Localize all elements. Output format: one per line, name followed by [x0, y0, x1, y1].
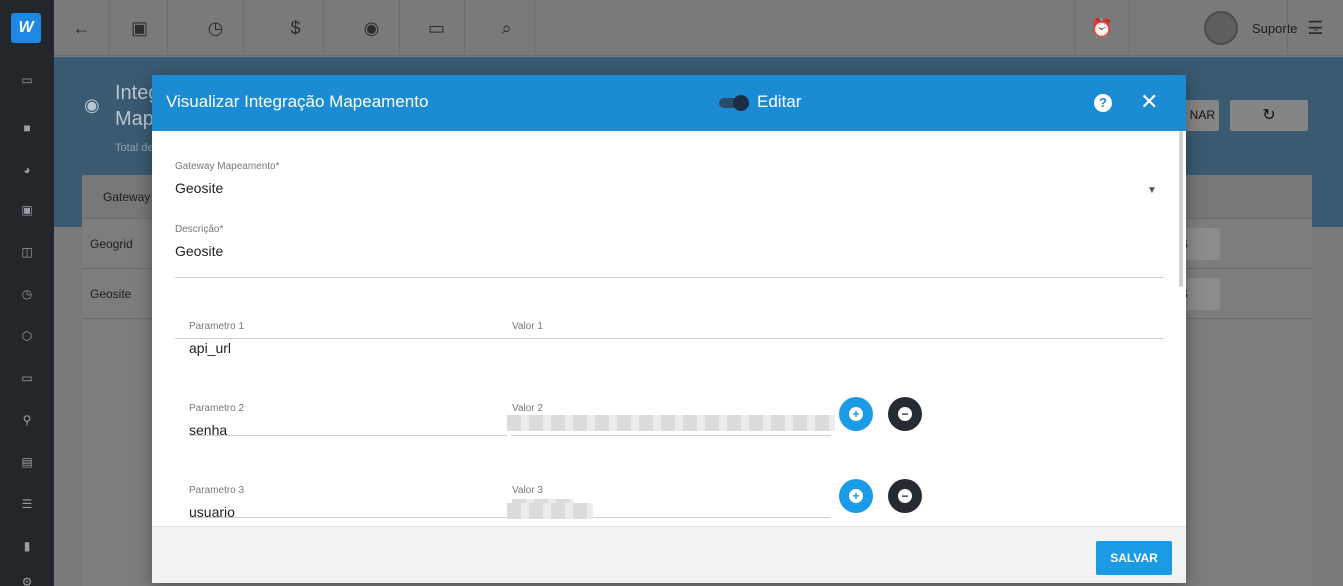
remove-param-button[interactable]: − — [888, 479, 922, 513]
gateway-label: Gateway Mapeamento* — [175, 161, 280, 172]
param-2-label: Parametro 2 — [189, 403, 245, 414]
map-marker-icon[interactable]: ⚲ — [17, 410, 37, 430]
modal-header: Visualizar Integração Mapeamento Editar … — [152, 75, 1186, 131]
app-logo[interactable]: W — [11, 13, 41, 43]
description-field[interactable]: Descrição* Geosite — [175, 224, 1165, 259]
payments-icon[interactable]: ▭ — [17, 368, 37, 388]
value-3-redacted — [507, 503, 593, 519]
back-arrow-icon[interactable]: ← — [54, 0, 110, 56]
row-gateway: Geogrid — [90, 237, 133, 251]
param-1-label: Parametro 1 — [189, 321, 245, 332]
search-icon[interactable]: ⌕ — [479, 0, 535, 56]
gateway-select[interactable]: Gateway Mapeamento* Geosite — [175, 161, 1165, 196]
modal-title: Visualizar Integração Mapeamento — [166, 92, 429, 111]
calendar-clock-icon[interactable]: ◷ — [188, 0, 244, 56]
value-2-field[interactable]: Valor 2 — [512, 403, 830, 414]
bg-action-button[interactable]: NAR — [1183, 100, 1219, 131]
alarm-icon[interactable]: ⏰ — [1074, 0, 1130, 56]
add-param-button[interactable]: + — [839, 479, 873, 513]
menu-list-icon[interactable]: ☰ — [1287, 0, 1343, 56]
param-1-field[interactable]: Parametro 1 api_url — [189, 321, 507, 356]
divider — [511, 435, 831, 436]
save-button[interactable]: SALVAR — [1096, 541, 1172, 575]
document-icon[interactable]: ▮ — [17, 536, 37, 556]
gateway-value: Geosite — [175, 180, 224, 196]
value-2-label: Valor 2 — [512, 403, 543, 414]
avatar — [1204, 11, 1238, 45]
value-1-redacted — [507, 415, 835, 431]
book-icon[interactable]: ▭ — [17, 70, 37, 90]
map-pin-icon: ◉ — [84, 95, 100, 115]
caret-down-icon[interactable]: ▼ — [1147, 185, 1157, 196]
param-2-field[interactable]: Parametro 2 senha — [189, 403, 507, 438]
settings-icon[interactable]: ⚙ — [17, 572, 37, 586]
add-param-button[interactable]: + — [839, 397, 873, 431]
box-icon[interactable]: ⬡ — [17, 326, 37, 346]
contact-icon[interactable]: ▣ — [17, 200, 37, 220]
page-subtitle: Total de — [115, 142, 154, 154]
value-1-field[interactable]: Valor 1 — [512, 321, 830, 332]
value-3-field[interactable]: Valor 3 — [512, 485, 830, 496]
description-label: Descrição* — [175, 224, 224, 235]
help-icon[interactable]: ? — [1094, 94, 1112, 112]
contact-card-icon[interactable]: ▣ — [112, 0, 168, 56]
plus-icon: + — [849, 407, 863, 421]
minus-icon: − — [898, 407, 912, 421]
dollar-icon[interactable]: $ — [268, 0, 324, 56]
param-2-value: senha — [189, 422, 228, 438]
param-3-value: usuario — [189, 504, 235, 520]
param-3-label: Parametro 3 — [189, 485, 245, 496]
modal-footer: SALVAR — [152, 526, 1186, 583]
modal-body: Gateway Mapeamento* Geosite ▼ Descrição*… — [152, 131, 1186, 526]
top-bar: ← ▣ ◷ $ ◉ ▭ ⌕ ⏰ Suporte ⌄ ☰ — [54, 0, 1343, 56]
column-header-gateway: Gateway — [103, 190, 151, 204]
edit-toggle-label: Editar — [757, 92, 802, 111]
chart-pie-icon[interactable]: ◕ — [17, 160, 37, 180]
param-1-value: api_url — [189, 340, 232, 356]
remove-param-button[interactable]: − — [888, 397, 922, 431]
calendar-icon[interactable]: ◷ — [17, 284, 37, 304]
description-value: Geosite — [175, 243, 224, 259]
close-icon[interactable]: ✕ — [1140, 89, 1158, 115]
value-3-label: Valor 3 — [512, 485, 543, 496]
plus-icon: + — [849, 489, 863, 503]
integration-modal: Visualizar Integração Mapeamento Editar … — [152, 75, 1186, 583]
eye-icon[interactable]: ◉ — [344, 0, 400, 56]
list-icon[interactable]: ▤ — [17, 452, 37, 472]
server-icon[interactable]: ☰ — [17, 494, 37, 514]
card-icon[interactable]: ◫ — [17, 242, 37, 262]
param-3-field[interactable]: Parametro 3 usuario — [189, 485, 507, 520]
divider — [175, 277, 1164, 278]
refresh-button[interactable]: ↻ — [1230, 100, 1308, 131]
dashboard-icon[interactable]: ■ — [17, 118, 37, 138]
terminal-icon[interactable]: ▭ — [409, 0, 465, 56]
minus-icon: − — [898, 489, 912, 503]
row-gateway: Geosite — [90, 287, 132, 301]
edit-toggle[interactable] — [719, 95, 751, 111]
value-1-label: Valor 1 — [512, 321, 543, 332]
left-sidebar: W ▭ ■ ◕ ▣ ◫ ◷ ⬡ ▭ ⚲ ▤ ☰ ▮ ⚙ — [0, 0, 54, 586]
